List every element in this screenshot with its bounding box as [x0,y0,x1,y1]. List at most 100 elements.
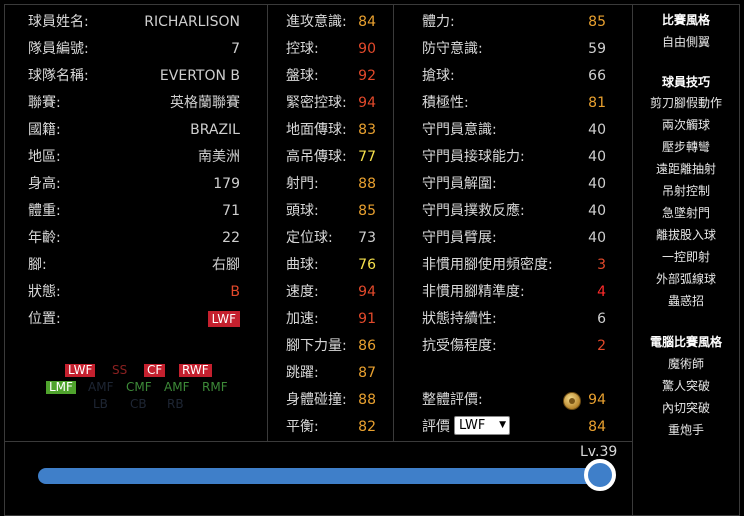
other-stat-row: 防守意識: 59 [422,39,606,59]
other-stat-label: 非慣用腳使用頻密度: [422,257,553,273]
chevron-down-icon: ▼ [499,420,506,430]
other-stat-label: 搶球: [422,68,455,84]
attack-stat-value: 73 [358,230,376,246]
other-stat-label: 狀態持續性: [422,311,497,327]
match-style-title: 比賽風格 [661,13,710,27]
attack-stat-label: 定位球: [286,230,333,246]
pos-cmf: CMF [126,380,152,394]
other-stat-row: 守門員解圍: 40 [422,174,606,194]
player-club: EVERTON B [159,68,240,84]
other-stat-label: 守門員意識: [422,122,497,138]
match-style-item: 自由側翼 [661,35,710,49]
attack-stat-label: 高吊傳球: [286,149,347,165]
pos-lwf: LWF [65,364,96,377]
attack-stat-value: 88 [358,176,376,192]
pos-amf-dim: AMF [88,380,114,394]
other-stat-row: 非慣用腳精準度: 4 [422,282,606,302]
other-stat-value: 40 [588,230,606,246]
attack-stat-value: 82 [358,419,376,435]
attack-stat-row: 射門: 88 [286,174,376,194]
skill-item: 蟲惑招 [667,294,704,308]
attack-stat-row: 高吊傳球: 77 [286,147,376,167]
other-stat-label: 抗受傷程度: [422,338,497,354]
other-stat-value: 4 [597,284,606,300]
player-number: 7 [231,41,240,57]
skills-title: 球員技巧 [661,75,710,89]
attack-stat-label: 進攻意識: [286,14,347,30]
other-stat-label: 守門員臂展: [422,230,497,246]
skill-item: 兩次觸球 [661,118,710,132]
player-region: 南美洲 [198,149,240,165]
row-league: 聯賽: 英格蘭聯賽 [28,95,240,111]
pos-cb: CB [130,397,147,411]
other-stat-label: 守門員解圍: [422,176,497,192]
other-stat-label: 守門員接球能力: [422,149,525,165]
attack-stat-row: 緊密控球: 94 [286,93,376,113]
overall-value: 94 [588,392,606,408]
other-stat-label: 防守意識: [422,41,483,57]
skill-item: 一控即射 [661,250,710,264]
other-stat-value: 3 [597,257,606,273]
level-slider-track[interactable] [38,468,610,484]
other-stat-row: 積極性: 81 [422,93,606,113]
other-stat-label: 積極性: [422,95,469,111]
player-league: 英格蘭聯賽 [170,95,240,111]
level-slider-thumb[interactable] [584,459,616,491]
attack-stat-value: 94 [358,95,376,111]
row-club: 球隊名稱: EVERTON B [28,68,240,84]
other-stat-row: 守門員接球能力: 40 [422,147,606,167]
skill-item: 壓步轉彎 [661,140,710,154]
position-badge: LWF [207,311,240,327]
attack-stat-label: 腳下力量: [286,338,347,354]
other-stat-row: 守門員撲救反應: 40 [422,201,606,221]
other-stat-value: 40 [588,176,606,192]
attack-stat-row: 進攻意識: 84 [286,12,376,32]
other-stat-value: 66 [588,68,606,84]
attack-stat-value: 92 [358,68,376,84]
other-stat-value: 59 [588,41,606,57]
other-stat-row: 守門員意識: 40 [422,120,606,140]
other-stat-value: 2 [597,338,606,354]
attack-stat-label: 曲球: [286,257,319,273]
ai-style-item: 驚人突破 [661,379,710,393]
other-stat-row: 體力: 85 [422,12,606,32]
attack-stat-row: 定位球: 73 [286,228,376,248]
skill-item: 吊射控制 [661,184,710,198]
pos-rb: RB [167,397,184,411]
other-stat-value: 40 [588,122,606,138]
attack-stat-label: 緊密控球: [286,95,347,111]
other-stat-row: 狀態持續性: 6 [422,309,606,329]
rating-value: 84 [588,419,606,435]
attack-stat-row: 身體碰撞: 88 [286,390,376,410]
ai-style-item: 魔術師 [667,357,704,371]
player-age: 22 [222,230,240,246]
coin-icon [563,392,581,410]
attack-stat-value: 77 [358,149,376,165]
attack-stat-label: 速度: [286,284,319,300]
attack-stat-value: 76 [358,257,376,273]
attack-stat-row: 地面傳球: 83 [286,120,376,140]
other-stat-row: 非慣用腳使用頻密度: 3 [422,255,606,275]
attack-stat-label: 地面傳球: [286,122,347,138]
skill-item: 外部弧線球 [655,272,716,286]
player-name: RICHARLISON [144,14,240,30]
overall-label: 整體評價: [422,392,483,408]
pos-rwf: RWF [179,364,212,377]
skill-item: 急墜射門 [661,206,710,220]
row-position: 位置: LWF [28,309,240,329]
position-select[interactable]: LWF ▼ [454,416,510,435]
pos-rmf: RMF [202,380,228,394]
attack-stat-row: 盤球: 92 [286,66,376,86]
attack-stat-label: 跳躍: [286,365,319,381]
other-stat-row: 守門員臂展: 40 [422,228,606,248]
skill-item: 剪刀腳假動作 [649,96,722,110]
attack-stat-label: 頭球: [286,203,319,219]
attack-stat-row: 頭球: 85 [286,201,376,221]
pos-ss: SS [112,363,128,377]
other-stat-value: 6 [597,311,606,327]
other-stat-label: 守門員撲救反應: [422,203,525,219]
other-stat-value: 81 [588,95,606,111]
attack-stat-label: 控球: [286,41,319,57]
row-condition: 狀態: B [28,284,240,300]
attack-stat-value: 87 [358,365,376,381]
